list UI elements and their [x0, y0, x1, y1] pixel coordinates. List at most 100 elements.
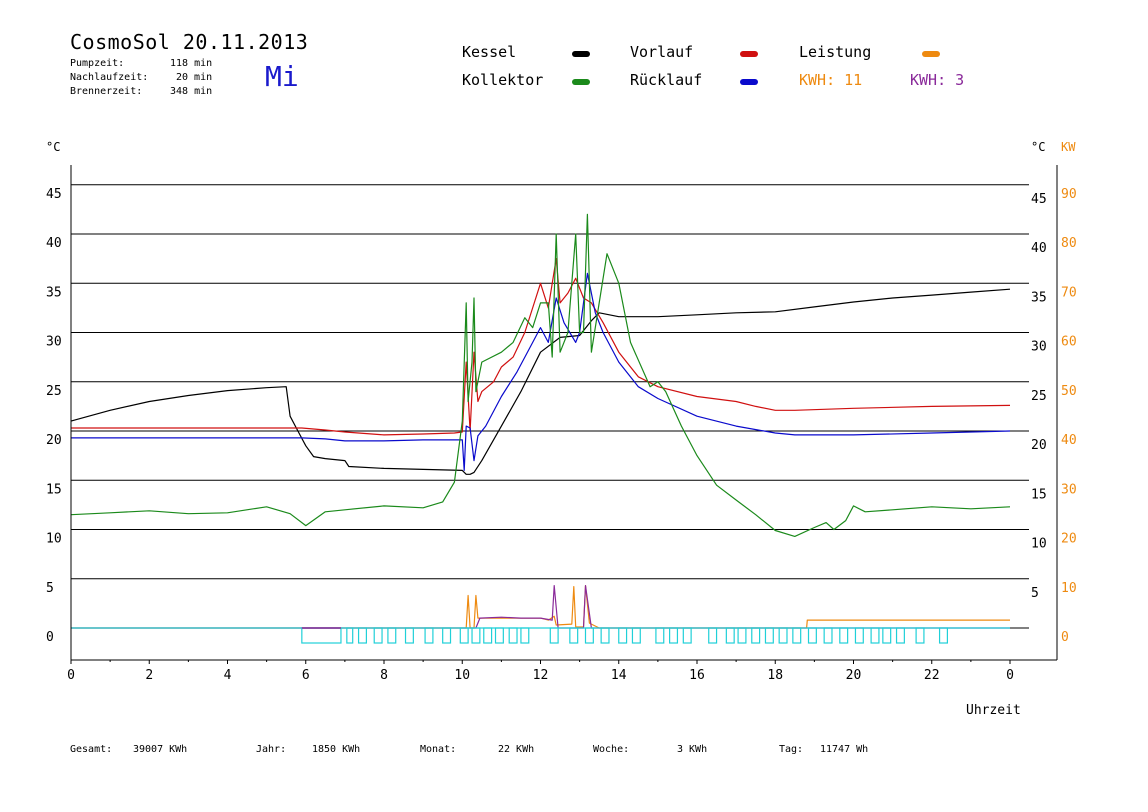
- pump-pulse: [442, 627, 452, 644]
- pump-pulse: [708, 627, 718, 644]
- right-c-tick-label: 5: [1031, 586, 1039, 601]
- footer-tag-value: 11747 Wh: [820, 744, 869, 755]
- x-tick-label: 20: [846, 668, 862, 683]
- footer-gesamt-value: 39007 KWh: [133, 744, 188, 755]
- pump-pulse: [839, 627, 849, 644]
- x-tick-label: 2: [145, 668, 153, 683]
- right-c-tick-label: 15: [1031, 487, 1047, 502]
- footer-woche-value: 3 KWh: [677, 744, 708, 755]
- pump-pulse: [600, 627, 610, 644]
- x-tick-label: 14: [611, 668, 627, 683]
- right-kw-tick-label: 30: [1061, 482, 1077, 497]
- temperature-chart: 0 2 4 6 8 10 12 14 16 18 20 22 0 0 5 10 15 20 25 30 35 40 45 5 1…: [46, 140, 1077, 718]
- pump-pulse: [725, 627, 735, 644]
- footer-jahr-value: 1850 KWh: [312, 744, 361, 755]
- pump-pulse: [751, 627, 761, 644]
- x-tick-label: 18: [767, 668, 783, 683]
- left-tick-label: 20: [46, 433, 62, 448]
- left-tick-label: 5: [46, 581, 54, 596]
- pump-pulse: [301, 627, 342, 644]
- pump-pulse: [549, 627, 559, 644]
- pump-pulse: [870, 627, 880, 644]
- pump-pulse: [584, 627, 594, 644]
- series-line-vorlauf: [71, 258, 1011, 436]
- left-tick-label: 25: [46, 384, 62, 399]
- pump-pulse: [669, 627, 679, 644]
- pump-pulse: [823, 627, 833, 644]
- pump-pulse: [424, 627, 434, 644]
- right-kw-tick-label: 70: [1061, 285, 1077, 300]
- x-tick-label: 4: [224, 668, 232, 683]
- pump-pulse: [508, 627, 518, 644]
- tick-labels: 0 2 4 6 8 10 12 14 16 18 20 22 0 0 5 10 15 20 25 30 35 40 45 5 1…: [46, 187, 1077, 683]
- pump-pulse: [807, 627, 817, 644]
- x-tick-label: 0: [67, 668, 75, 683]
- right-kw-tick-label: 40: [1061, 433, 1077, 448]
- pump-pulse: [895, 627, 905, 644]
- left-tick-label: 45: [46, 187, 62, 202]
- x-tick-label: 22: [924, 668, 940, 683]
- series-line-kollektor: [70, 213, 1011, 538]
- x-tick-label: 8: [380, 668, 388, 683]
- pump-pulse: [778, 627, 788, 644]
- pump-pulse: [854, 627, 864, 644]
- series-lines: [70, 213, 1011, 629]
- pump-pulse: [459, 627, 469, 644]
- right-kw-tick-label: 90: [1061, 187, 1077, 202]
- right-c-tick-label: 30: [1031, 340, 1047, 355]
- pump-pulse: [882, 627, 892, 644]
- footer-woche-label: Woche:: [593, 744, 630, 755]
- pump-pulse: [520, 627, 530, 644]
- right-kw-tick-label: 20: [1061, 532, 1077, 547]
- pump-pulse: [346, 627, 354, 644]
- series-line-extra: [71, 584, 1010, 629]
- pump-pulse: [471, 627, 481, 644]
- pump-pulse: [357, 627, 367, 644]
- footer-monat-value: 22 KWh: [498, 744, 535, 755]
- pump-pulse: [483, 627, 493, 644]
- pump-pulse: [792, 627, 802, 644]
- x-tick-label: 16: [689, 668, 705, 683]
- right-kw-tick-label: 80: [1061, 236, 1077, 251]
- x-tick-label: 12: [533, 668, 549, 683]
- pump-pulse: [764, 627, 774, 644]
- pump-pulse: [915, 627, 925, 644]
- right-kw-tick-label: 10: [1061, 581, 1077, 596]
- right-c-tick-label: 45: [1031, 192, 1047, 207]
- pump-pulse: [404, 627, 414, 644]
- pump-pulse: [655, 627, 665, 644]
- pump-pulse: [938, 627, 949, 644]
- left-tick-label: 15: [46, 482, 62, 497]
- right-kw-tick-label: 50: [1061, 384, 1077, 399]
- left-tick-label: 0: [46, 630, 54, 645]
- right-unit-kw-label: KW: [1061, 140, 1076, 154]
- pump-pulse: [569, 627, 579, 644]
- pump-pulse: [618, 627, 628, 644]
- right-c-tick-label: 25: [1031, 389, 1047, 404]
- right-c-tick-label: 20: [1031, 438, 1047, 453]
- pump-pulse: [373, 627, 383, 644]
- x-tick-label: 6: [302, 668, 310, 683]
- right-c-tick-label: 40: [1031, 241, 1047, 256]
- footer-jahr-label: Jahr:: [256, 744, 287, 755]
- left-tick-label: 10: [46, 532, 62, 547]
- x-tick-label: 0: [1006, 668, 1014, 683]
- left-unit-label: °C: [46, 140, 60, 154]
- right-kw-tick-label: 0: [1061, 630, 1069, 645]
- footer-monat-label: Monat:: [420, 744, 457, 755]
- right-c-tick-label: 10: [1031, 537, 1047, 552]
- pump-pulses: [71, 627, 1010, 644]
- x-axis-label: Uhrzeit: [966, 703, 1021, 718]
- right-kw-tick-label: 60: [1061, 335, 1077, 350]
- pump-pulse: [682, 627, 692, 644]
- pump-pulse: [494, 627, 504, 644]
- footer-tag-label: Tag:: [779, 744, 804, 755]
- gridlines: [71, 184, 1029, 629]
- footer-gesamt-label: Gesamt:: [70, 744, 113, 755]
- left-tick-label: 40: [46, 236, 62, 251]
- left-tick-label: 30: [46, 335, 62, 350]
- right-c-tick-label: 35: [1031, 290, 1047, 305]
- right-unit-c-label: °C: [1031, 140, 1045, 154]
- pump-pulse: [387, 627, 397, 644]
- left-tick-label: 35: [46, 285, 62, 300]
